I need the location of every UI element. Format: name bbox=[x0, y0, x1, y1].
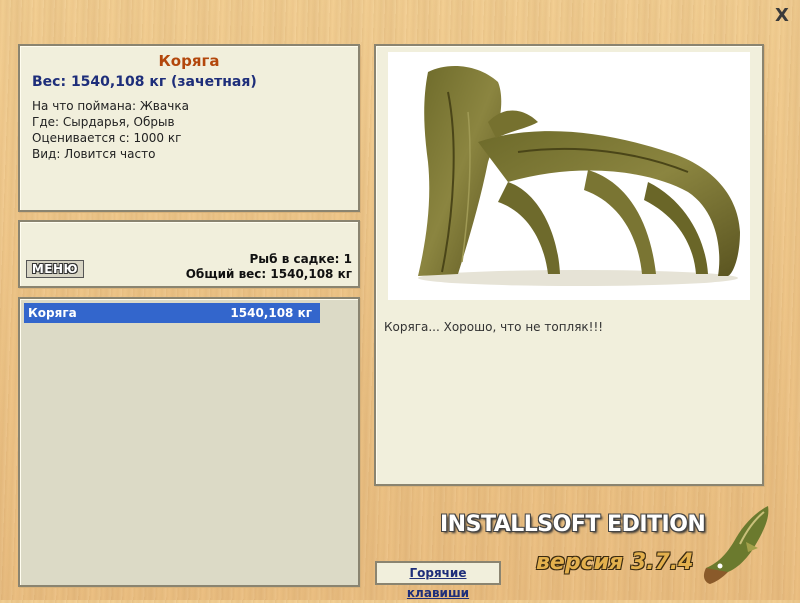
list-item-name: Коряга bbox=[28, 306, 77, 320]
close-icon: X bbox=[775, 5, 789, 26]
list-item[interactable]: Коряга 1540,108 кг bbox=[24, 303, 320, 323]
detail-trophy-threshold: Оценивается с: 1000 кг bbox=[32, 131, 182, 145]
version-label: версия 3.7.4 bbox=[536, 550, 694, 575]
detail-location: Где: Сырдарья, Обрыв bbox=[32, 115, 175, 129]
menu-button[interactable]: МЕНЮ bbox=[26, 260, 84, 278]
catch-info-panel: Коряга Вес: 1540,108 кг (зачетная) На чт… bbox=[18, 44, 360, 212]
keepnet-summary: Рыб в садке: 1 Общий вес: 1540,108 кг bbox=[186, 252, 352, 282]
detail-bait: На что поймана: Жвачка bbox=[32, 99, 189, 113]
catch-title: Коряга bbox=[158, 52, 220, 70]
detail-frequency: Вид: Ловится часто bbox=[32, 147, 156, 161]
total-weight: Общий вес: 1540,108 кг bbox=[185, 267, 352, 281]
edition-logo-text: INSTALLSOFT EDITION bbox=[440, 512, 706, 537]
close-button[interactable]: X bbox=[772, 6, 792, 26]
fish-count: Рыб в садке: 1 bbox=[249, 252, 353, 266]
catch-image-panel: Коряга... Хорошо, что не топляк!!! bbox=[374, 44, 764, 486]
list-item-weight: 1540,108 кг bbox=[230, 306, 312, 320]
catch-weight: Вес: 1540,108 кг (зачетная) bbox=[32, 74, 257, 90]
catch-photo bbox=[388, 52, 750, 300]
catch-list-panel: Коряга 1540,108 кг bbox=[18, 297, 360, 587]
hotkeys-button[interactable]: Горячие клавиши bbox=[375, 561, 501, 600]
catch-details: На что поймана: Жвачка Где: Сырдарья, Об… bbox=[32, 98, 346, 162]
keepnet-stats-panel: МЕНЮ Рыб в садке: 1 Общий вес: 1540,108 … bbox=[18, 220, 360, 288]
catch-caption: Коряга... Хорошо, что не топляк!!! bbox=[384, 320, 604, 334]
driftwood-image bbox=[418, 66, 740, 286]
pike-logo-icon bbox=[703, 506, 769, 584]
